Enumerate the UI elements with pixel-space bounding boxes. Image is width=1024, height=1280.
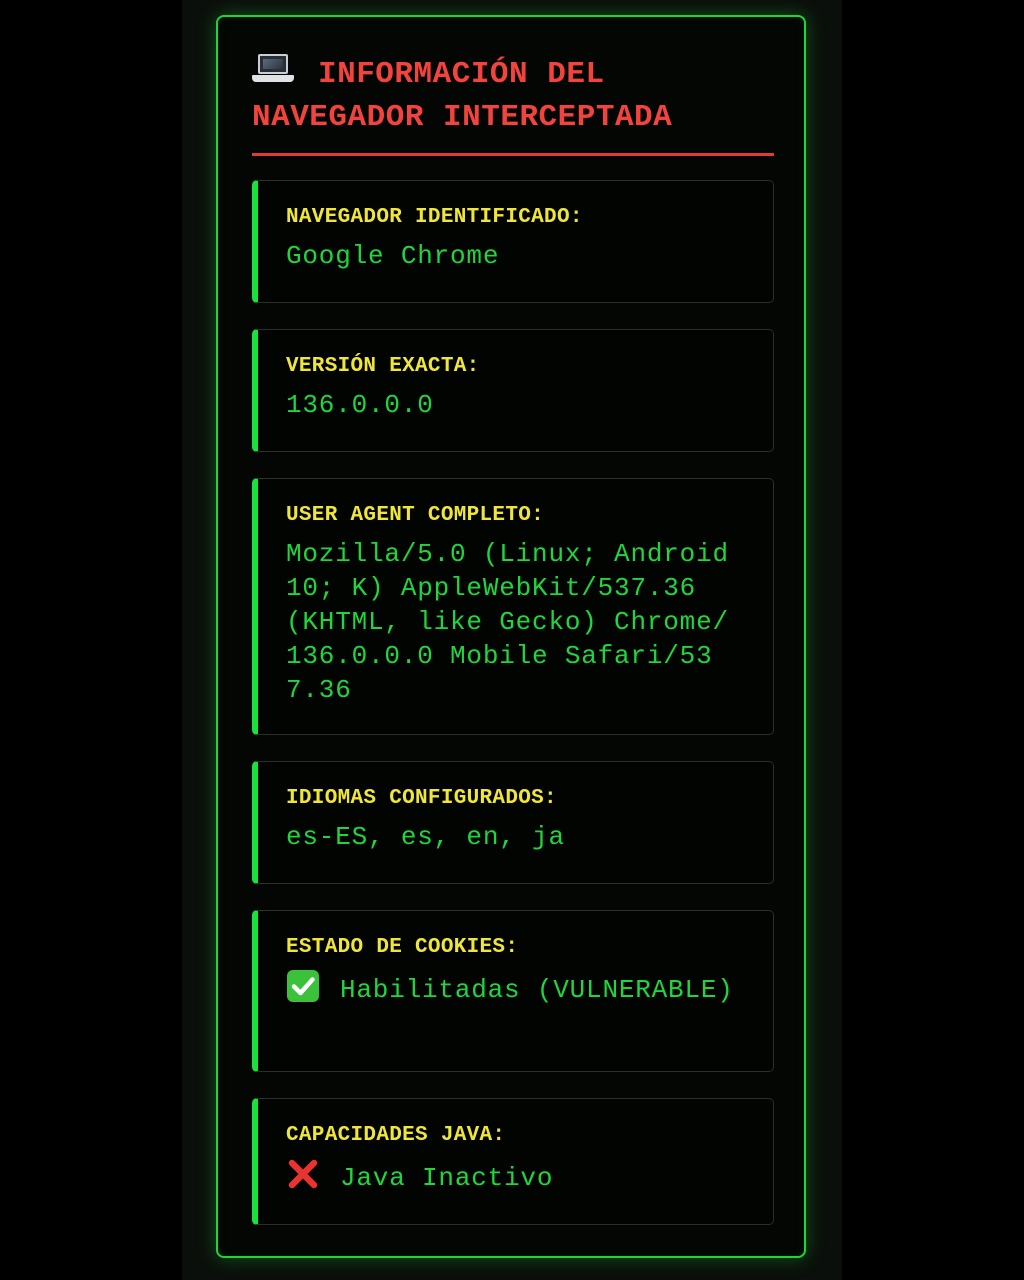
cookies-label: ESTADO DE COOKIES: (286, 936, 519, 959)
java-label: CAPACIDADES JAVA: (286, 1124, 506, 1147)
user-agent-label: USER AGENT COMPLETO: (286, 504, 545, 527)
page-title: INFORMACIÓN DEL NAVEGADOR INTERCEPTADA (252, 53, 774, 139)
java-value: Java Inactivo (340, 1163, 554, 1193)
languages-value: es-ES, es, en, ja (286, 822, 565, 852)
java-card: CAPACIDADES JAVA: Java Inactivo (252, 1098, 774, 1225)
cookies-value-row: Habilitadas (VULNERABLE) (286, 969, 745, 1007)
java-value-row: Java Inactivo (286, 1157, 745, 1195)
page-title-text: INFORMACIÓN DEL NAVEGADOR INTERCEPTADA (252, 57, 673, 135)
browser-label: NAVEGADOR IDENTIFICADO: (286, 206, 583, 229)
panel-header: INFORMACIÓN DEL NAVEGADOR INTERCEPTADA (252, 53, 774, 156)
user-agent-card: USER AGENT COMPLETO: Mozilla/5.0 (Linux;… (252, 478, 774, 735)
browser-info-panel: INFORMACIÓN DEL NAVEGADOR INTERCEPTADA N… (216, 15, 806, 1258)
version-card: VERSIÓN EXACTA: 136.0.0.0 (252, 329, 774, 452)
browser-value: Google Chrome (286, 241, 500, 271)
cross-mark-icon (288, 1159, 318, 1189)
cookies-card: ESTADO DE COOKIES: Habilitadas (VULNERAB… (252, 910, 774, 1072)
languages-card: IDIOMAS CONFIGURADOS: es-ES, es, en, ja (252, 761, 774, 884)
version-label: VERSIÓN EXACTA: (286, 355, 480, 378)
version-value: 136.0.0.0 (286, 390, 434, 420)
check-mark-icon (287, 970, 319, 1002)
languages-label: IDIOMAS CONFIGURADOS: (286, 787, 557, 810)
laptop-icon (252, 54, 296, 84)
user-agent-value: Mozilla/5.0 (Linux; Android 10; K) Apple… (286, 539, 729, 705)
browser-card: NAVEGADOR IDENTIFICADO: Google Chrome (252, 180, 774, 303)
cookies-value: Habilitadas (VULNERABLE) (340, 975, 734, 1005)
